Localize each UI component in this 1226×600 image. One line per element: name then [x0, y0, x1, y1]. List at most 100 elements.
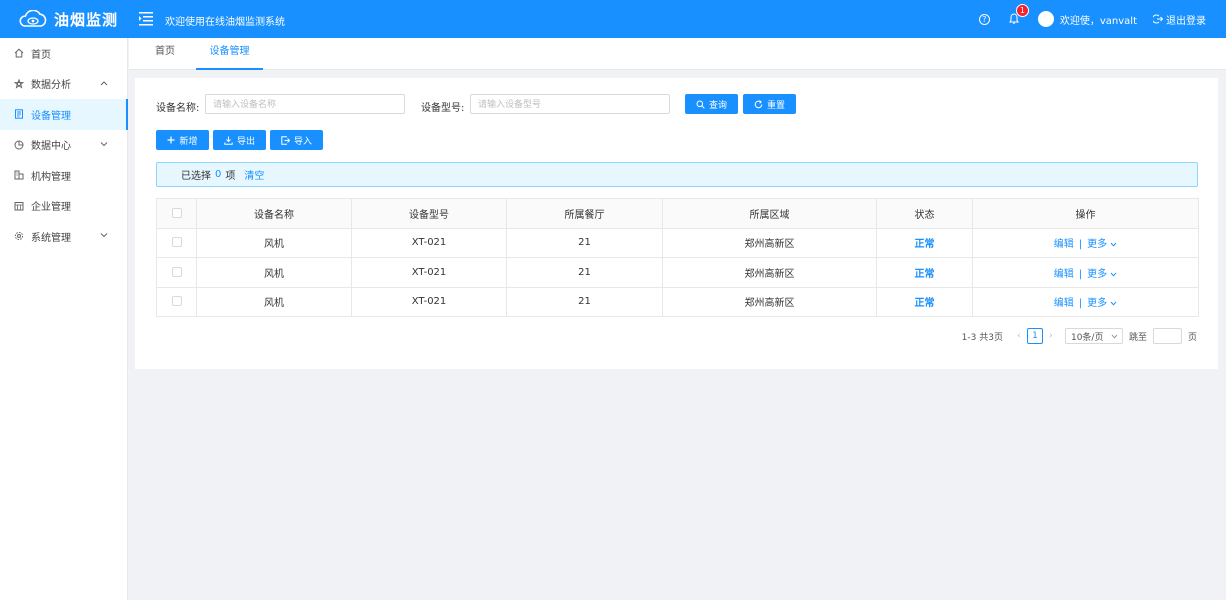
status-cell: 正常: [876, 227, 973, 258]
device-name-cell: 风机: [196, 257, 352, 288]
jump-page-input[interactable]: [1152, 328, 1182, 344]
next-page-button[interactable]: ›: [1043, 331, 1059, 341]
prev-page-button[interactable]: ‹: [1011, 331, 1027, 341]
org-icon: [14, 170, 24, 180]
avatar[interactable]: [1037, 11, 1054, 27]
jump-label: 跳至: [1128, 332, 1147, 343]
device-name-label: 设备名称:: [156, 103, 200, 114]
import-icon: [281, 135, 290, 145]
notification-badge: 1: [1015, 4, 1029, 17]
device-model-cell: XT-021: [351, 227, 507, 258]
actions-cell: 编辑 | 更多: [972, 286, 1199, 317]
notification-button[interactable]: 1: [1008, 4, 1029, 25]
reload-icon: [754, 99, 763, 108]
sidebar-item-label: 数据中心: [31, 141, 71, 153]
device-model-label: 设备型号:: [421, 103, 465, 114]
page-size-select[interactable]: 10条/页: [1064, 328, 1123, 344]
main-card: 设备名称: 设备型号: 查询 重置 新增 导出 导入 已选择 0 项 清空: [135, 78, 1218, 369]
sidebar-item-org-management[interactable]: 机构管理: [0, 160, 127, 191]
row-checkbox[interactable]: [171, 296, 182, 307]
tab-home[interactable]: 首页: [149, 38, 181, 70]
tab-device-management[interactable]: 设备管理: [196, 38, 263, 70]
clear-selection-link[interactable]: 清空: [244, 167, 264, 182]
export-button[interactable]: 导出: [213, 130, 266, 150]
selection-suffix: 项: [225, 171, 236, 182]
logout-label: 退出登录: [1166, 15, 1206, 27]
table-row: 风机 XT-021 21 郑州高新区 正常 编辑 | 更多: [156, 286, 1199, 317]
logout-button[interactable]: 退出登录: [1153, 12, 1206, 27]
search-icon: [696, 100, 705, 109]
info-icon: [167, 171, 174, 178]
more-dropdown[interactable]: 更多: [1087, 298, 1117, 309]
sidebar-item-system-management[interactable]: 系统管理: [0, 221, 127, 252]
pagination: 1-3 共3页 ‹ 1 › 10条/页 跳至 页: [962, 328, 1197, 344]
menu-toggle-icon[interactable]: [139, 12, 154, 26]
chevron-down-icon: [1110, 272, 1117, 277]
region-cell: 郑州高新区: [662, 227, 877, 258]
row-checkbox[interactable]: [171, 237, 182, 248]
chevron-down-icon: [1111, 334, 1118, 339]
restaurant-cell: 21: [506, 227, 663, 258]
column-header: 所属餐厅: [506, 198, 663, 229]
cloud-eye-icon: [19, 10, 47, 27]
more-dropdown[interactable]: 更多: [1087, 239, 1117, 250]
home-icon: [14, 48, 24, 58]
row-select-cell: [156, 257, 197, 288]
sidebar-item-data-center[interactable]: 数据中心: [0, 130, 127, 161]
more-dropdown[interactable]: 更多: [1087, 269, 1117, 280]
action-separator: |: [1078, 268, 1083, 280]
user-greeting[interactable]: 欢迎使，vanvalt: [1060, 12, 1137, 27]
sidebar-item-label: 系统管理: [31, 232, 71, 244]
device-name-input[interactable]: [205, 94, 405, 114]
column-header: 设备名称: [196, 198, 352, 229]
edit-link[interactable]: 编辑: [1054, 239, 1074, 250]
row-checkbox[interactable]: [171, 266, 182, 277]
page-number-button[interactable]: 1: [1026, 328, 1043, 344]
row-select-cell: [156, 286, 197, 317]
select-all-checkbox[interactable]: [171, 207, 182, 218]
query-label: 查询: [708, 99, 727, 110]
chevron-down-icon: [1110, 301, 1117, 306]
selection-prefix: 已选择: [181, 171, 211, 182]
status-badge: 正常: [914, 239, 935, 251]
sidebar-item-label: 首页: [31, 49, 51, 61]
export-label: 导出: [236, 135, 255, 146]
import-button[interactable]: 导入: [270, 130, 323, 150]
sidebar-item-device-management[interactable]: 设备管理: [0, 99, 128, 130]
chevron-up-icon: [100, 80, 108, 85]
status-badge: 正常: [914, 268, 935, 280]
selection-count: 0: [215, 169, 222, 180]
add-button[interactable]: 新增: [156, 130, 209, 150]
import-label: 导入: [293, 135, 312, 146]
more-label: 更多: [1087, 239, 1108, 251]
device-model-cell: XT-021: [351, 286, 507, 317]
sidebar-item-home[interactable]: 首页: [0, 38, 127, 69]
sidebar-item-label: 数据分析: [31, 80, 71, 92]
action-separator: |: [1078, 239, 1083, 251]
data-center-icon: [14, 140, 24, 150]
sidebar-item-enterprise-management[interactable]: 企业管理: [0, 191, 127, 222]
brand-logo[interactable]: 油烟监测: [18, 0, 118, 38]
column-header: 所属区域: [662, 198, 877, 229]
reset-button[interactable]: 重置: [743, 94, 796, 114]
sidebar-item-label: 企业管理: [31, 202, 71, 214]
actions-cell: 编辑 | 更多: [972, 227, 1199, 258]
query-button[interactable]: 查询: [685, 94, 738, 114]
sidebar-item-label: 设备管理: [31, 110, 71, 122]
edit-link[interactable]: 编辑: [1054, 269, 1074, 280]
logout-icon: [1153, 14, 1163, 24]
status-cell: 正常: [876, 257, 973, 288]
sidebar-item-data-analysis[interactable]: 数据分析: [0, 69, 127, 100]
help-icon[interactable]: ?: [978, 13, 990, 25]
chevron-down-icon: [100, 233, 108, 238]
table-header-row: 设备名称 设备型号 所属餐厅 所属区域 状态 操作: [156, 198, 1199, 229]
device-icon: [15, 109, 23, 119]
download-icon: [224, 136, 233, 145]
column-header: 操作: [972, 198, 1199, 229]
edit-link[interactable]: 编辑: [1054, 298, 1074, 309]
region-cell: 郑州高新区: [662, 257, 877, 288]
device-model-input[interactable]: [470, 94, 670, 114]
actions-cell: 编辑 | 更多: [972, 257, 1199, 288]
sidebar-item-label: 机构管理: [31, 171, 71, 183]
add-label: 新增: [179, 135, 198, 146]
